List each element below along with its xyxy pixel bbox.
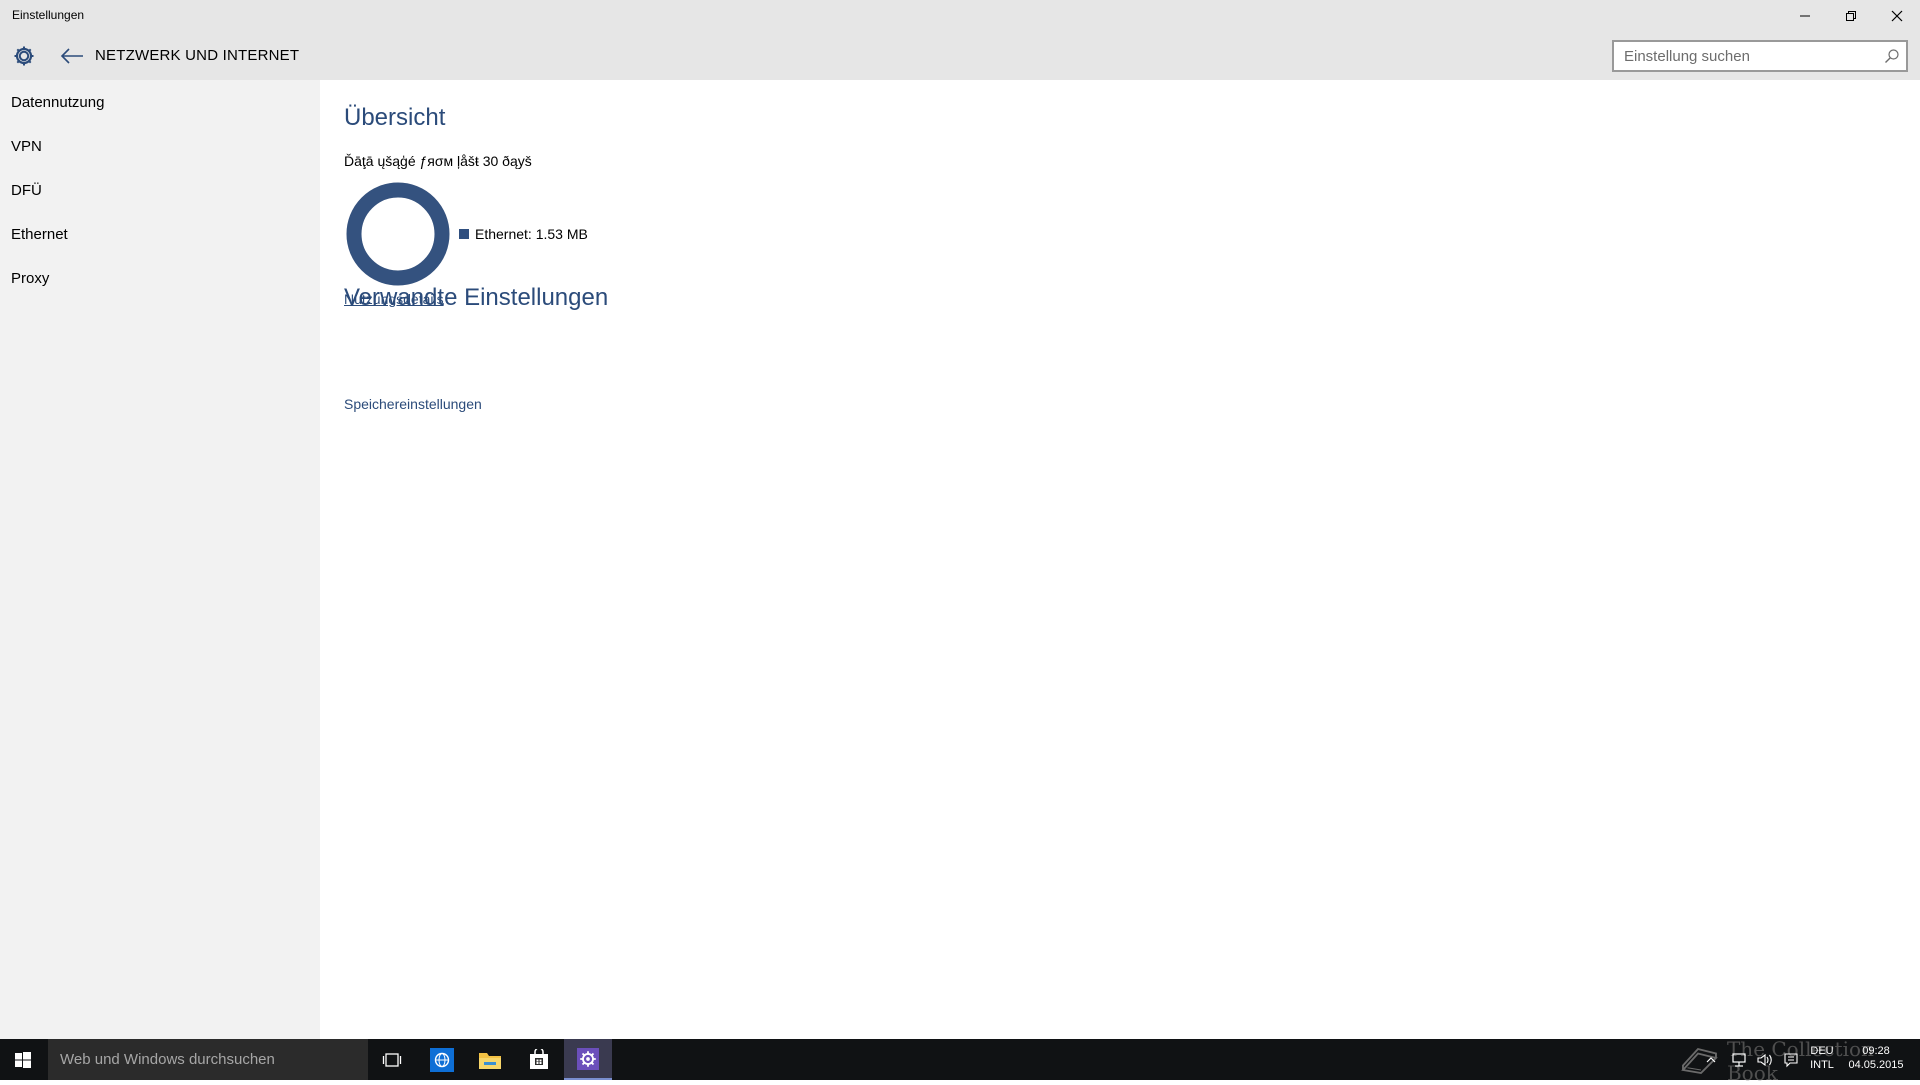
start-button[interactable] — [0, 1039, 46, 1080]
taskbar-search-placeholder: Web und Windows durchsuchen — [60, 1051, 275, 1068]
sidebar-item-ethernet[interactable]: Ethernet — [11, 226, 68, 243]
close-icon — [1891, 10, 1903, 22]
main-content: Übersicht Ďāţā ųšąģé ƒяσм ļåšŧ 30 ðąyš E… — [320, 80, 1920, 1039]
tray-notifications[interactable] — [1780, 1039, 1802, 1080]
legend-ethernet-label: Ethernet: 1.53 MB — [475, 226, 588, 242]
page-header: NETZWERK UND INTERNET — [0, 32, 1920, 80]
chevron-up-icon — [1706, 1056, 1716, 1062]
language-indicator[interactable]: DEU INTL — [1808, 1044, 1836, 1072]
sidebar-item-proxy[interactable]: Proxy — [11, 270, 49, 287]
page-title: NETZWERK UND INTERNET — [95, 47, 300, 64]
network-icon — [1732, 1052, 1746, 1067]
back-button[interactable] — [56, 42, 88, 70]
taskbar-browser[interactable] — [418, 1039, 466, 1080]
donut-legend: Ethernet: 1.53 MB — [459, 226, 588, 242]
taskbar-settings-app[interactable] — [564, 1039, 612, 1080]
title-bar: Einstellungen — [0, 0, 1920, 32]
store-icon — [530, 1048, 548, 1069]
minimize-button[interactable] — [1782, 0, 1828, 32]
clock-time: 09:28 — [1862, 1045, 1890, 1057]
settings-home-button[interactable] — [10, 42, 38, 70]
sidebar-item-dfue[interactable]: DFÜ — [11, 182, 42, 199]
taskbar-file-explorer[interactable] — [466, 1039, 514, 1080]
sidebar: Datennutzung VPN DFÜ Ethernet Proxy — [0, 80, 320, 1039]
usage-subtitle: Ďāţā ųšąģé ƒяσм ļåšŧ 30 ðąyš — [344, 153, 532, 169]
search-icon[interactable] — [1884, 48, 1900, 64]
tray-network[interactable] — [1728, 1039, 1750, 1080]
notification-icon — [1784, 1052, 1798, 1067]
browser-icon — [430, 1047, 454, 1072]
windows-logo-icon — [15, 1051, 31, 1068]
volume-icon — [1757, 1053, 1772, 1066]
related-settings-heading: Verwandte Einstellungen — [344, 284, 609, 311]
legend-swatch — [459, 229, 469, 239]
clock-date: 04.05.2015 — [1848, 1059, 1904, 1071]
restore-icon — [1846, 11, 1856, 21]
taskbar-search-box[interactable]: Web und Windows durchsuchen — [48, 1039, 368, 1080]
task-view-icon — [382, 1052, 402, 1067]
overview-heading: Übersicht — [344, 104, 446, 131]
settings-search-input[interactable] — [1614, 42, 1874, 70]
minimize-icon — [1800, 15, 1810, 17]
language-code: DEU — [1810, 1045, 1834, 1057]
gear-icon — [14, 46, 34, 66]
back-arrow-icon — [60, 48, 83, 64]
taskbar-store[interactable] — [515, 1039, 563, 1080]
settings-search-box[interactable] — [1612, 40, 1908, 72]
window-title: Einstellungen — [12, 8, 85, 22]
data-usage-donut — [346, 182, 450, 286]
tray-volume[interactable] — [1754, 1039, 1776, 1080]
sidebar-item-datennutzung[interactable]: Datennutzung — [11, 94, 104, 111]
keyboard-layout: INTL — [1810, 1059, 1834, 1071]
restore-button[interactable] — [1828, 0, 1874, 32]
task-view-button[interactable] — [368, 1039, 416, 1080]
donut-ethernet-segment — [346, 182, 450, 286]
settings-app-icon — [577, 1047, 599, 1070]
storage-settings-link[interactable]: Speichereinstellungen — [344, 396, 482, 412]
tray-overflow-button[interactable] — [1704, 1039, 1718, 1080]
clock[interactable]: 09:28 04.05.2015 — [1844, 1044, 1908, 1072]
close-button[interactable] — [1874, 0, 1920, 32]
sidebar-item-vpn[interactable]: VPN — [11, 138, 42, 155]
folder-icon — [479, 1052, 501, 1069]
taskbar: Web und Windows durchsuchen The Collecti… — [0, 1037, 1920, 1085]
